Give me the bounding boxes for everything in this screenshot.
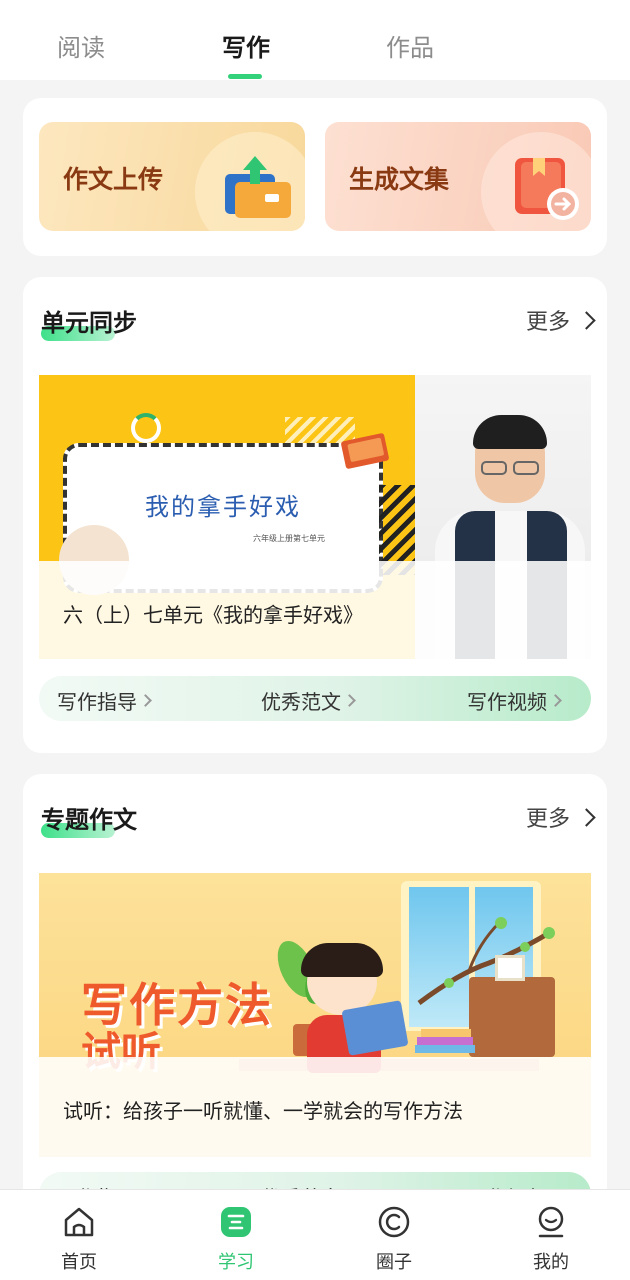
nav-circle[interactable]: 圈子	[344, 1190, 444, 1280]
topic-essay-banner[interactable]: 写作方法 试听 试听：给孩子一听就懂、一学就会的写作方法	[39, 873, 591, 1157]
excellent-essays-link[interactable]: 优秀范文	[261, 686, 356, 715]
chevron-right-icon	[577, 310, 596, 330]
folder-upload-icon	[225, 156, 291, 218]
profile-icon	[538, 1206, 564, 1238]
unit-sync-banner[interactable]: 我的拿手好戏 六年级上册第七单元 六（上）七单元《我的拿手好戏》	[39, 375, 591, 659]
bottom-navigation: 首页 学习 圈子 我的	[0, 1189, 630, 1280]
nav-study[interactable]: 学习	[186, 1190, 286, 1280]
book-collection-icon	[515, 158, 579, 220]
topic-essay-card: 专题作文 更多 写作方法 试听 试听：给孩子一听就懂、一学就会的写作方法	[23, 774, 607, 1214]
open-book	[341, 1000, 409, 1056]
study-icon	[221, 1207, 251, 1237]
active-tab-indicator	[228, 74, 262, 79]
unit-sync-card: 单元同步 更多 我的拿手好戏 六年级上册第七单元 六（上）七单元《我的拿手好戏》…	[23, 277, 607, 753]
nav-home[interactable]: 首页	[29, 1190, 129, 1280]
top-tab-bar: 阅读 写作 作品	[0, 0, 630, 80]
banner-caption: 六（上）七单元《我的拿手好戏》	[39, 561, 591, 659]
banner-caption: 试听：给孩子一听就懂、一学就会的写作方法	[39, 1057, 591, 1157]
chevron-right-icon	[343, 694, 356, 707]
book-icon	[341, 433, 389, 469]
tab-works[interactable]: 作品	[386, 28, 434, 63]
chevron-right-icon	[139, 694, 152, 707]
section-title: 单元同步	[41, 309, 137, 337]
section-title: 专题作文	[41, 806, 137, 834]
unit-sync-more-link[interactable]: 更多	[526, 304, 596, 336]
desk-cabinet	[469, 977, 555, 1057]
chevron-right-icon	[549, 694, 562, 707]
tab-writing[interactable]: 写作	[222, 28, 270, 63]
upload-essay-button[interactable]: 作文上传	[39, 122, 305, 231]
slide-title: 我的拿手好戏	[145, 493, 301, 521]
writing-video-link[interactable]: 写作视频	[467, 686, 562, 715]
chevron-right-icon	[577, 807, 596, 827]
unit-sync-link-bar: 写作指导 优秀范文 写作视频	[39, 676, 591, 721]
photo-frame	[495, 955, 525, 981]
home-icon	[64, 1207, 94, 1237]
generate-collection-button[interactable]: 生成文集	[325, 122, 591, 231]
tab-reading[interactable]: 阅读	[57, 28, 105, 63]
topic-essay-more-link[interactable]: 更多	[526, 801, 596, 833]
slide-subtitle: 六年级上册第七单元	[253, 534, 325, 543]
quick-actions-card: 作文上传 生成文集	[23, 98, 607, 256]
circle-icon	[378, 1206, 410, 1238]
writing-guide-link[interactable]: 写作指导	[57, 686, 152, 715]
nav-profile[interactable]: 我的	[501, 1190, 601, 1280]
